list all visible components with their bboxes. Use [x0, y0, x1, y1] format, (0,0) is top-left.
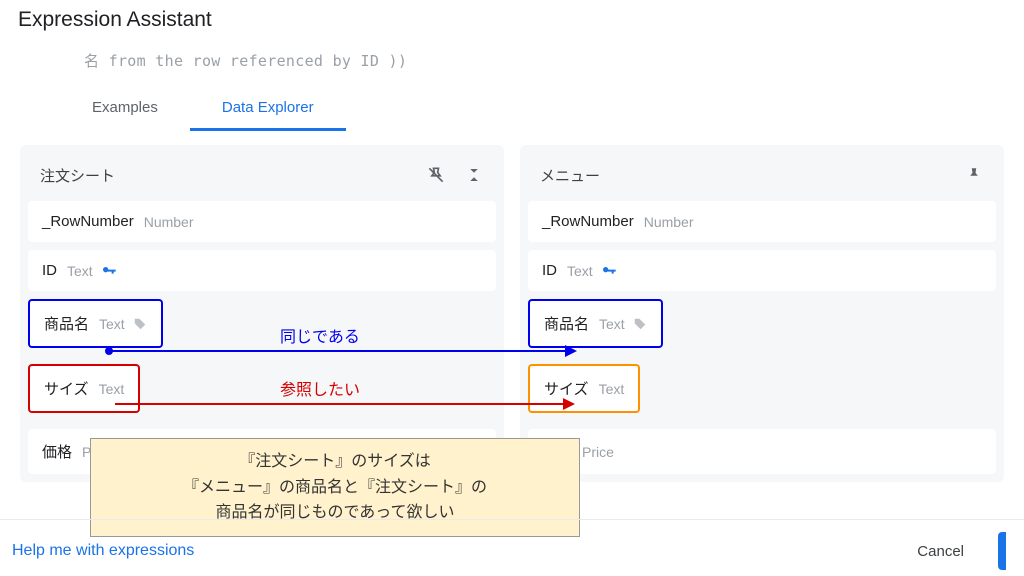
annotation-label-same: 同じである — [280, 323, 360, 347]
annotation-label-ref: 参照したい — [280, 376, 360, 400]
column-row[interactable]: 価格 Price — [528, 429, 996, 474]
card-title: 注文シート — [40, 165, 410, 186]
key-icon — [101, 263, 117, 279]
cancel-button[interactable]: Cancel — [901, 535, 980, 568]
column-row[interactable]: _RowNumber Number — [528, 201, 996, 242]
pin-icon[interactable] — [962, 163, 986, 187]
help-link[interactable]: Help me with expressions — [12, 542, 194, 560]
key-icon — [601, 263, 617, 279]
column-row[interactable]: ID Text — [28, 250, 496, 291]
annotation-arrow-ref — [115, 403, 565, 405]
page-title: Expression Assistant — [0, 0, 1024, 50]
column-type: Text — [567, 263, 593, 279]
column-name: 商品名 — [44, 313, 89, 334]
column-name: サイズ — [544, 378, 589, 399]
annotation-arrow-head — [563, 398, 575, 410]
column-type: Text — [599, 381, 625, 397]
column-row[interactable]: ID Text — [528, 250, 996, 291]
column-name: ID — [42, 262, 57, 279]
column-type: Text — [67, 263, 93, 279]
column-row-size[interactable]: サイズ Text — [528, 364, 640, 413]
table-card-menu: メニュー _RowNumber Number ID Text 商品名 Text … — [520, 145, 1004, 482]
column-name: 商品名 — [544, 313, 589, 334]
table-card-order-sheet: 注文シート _RowNumber Number ID Text 商品名 Text… — [20, 145, 504, 482]
column-row-product-name[interactable]: 商品名 Text — [28, 299, 163, 348]
annotation-arrow-head — [565, 345, 577, 357]
tag-icon — [133, 317, 147, 331]
column-name: _RowNumber — [542, 213, 634, 230]
column-type: Price — [582, 444, 614, 460]
footer: Help me with expressions Cancel — [0, 519, 1024, 576]
column-type: Text — [99, 381, 125, 397]
note-line: 『注文シート』のサイズは — [111, 449, 559, 475]
column-type: Number — [644, 214, 694, 230]
column-row[interactable]: _RowNumber Number — [28, 201, 496, 242]
column-name: サイズ — [44, 378, 89, 399]
annotation-arrow-same — [110, 350, 570, 352]
tabs: Examples Data Explorer — [60, 89, 1024, 131]
column-name: ID — [542, 262, 557, 279]
column-row-product-name[interactable]: 商品名 Text — [528, 299, 663, 348]
card-title: メニュー — [540, 165, 948, 186]
tab-examples[interactable]: Examples — [60, 89, 190, 131]
column-name: 価格 — [42, 441, 72, 462]
tag-icon — [633, 317, 647, 331]
unpin-icon[interactable] — [424, 163, 448, 187]
column-name: _RowNumber — [42, 213, 134, 230]
note-line: 『メニュー』の商品名と『注文シート』の — [111, 475, 559, 501]
save-button[interactable] — [998, 532, 1006, 570]
collapse-icon[interactable] — [462, 163, 486, 187]
expression-preview: 名 from the row referenced by ID )) — [0, 50, 1024, 71]
column-type: Text — [99, 316, 125, 332]
tab-data-explorer[interactable]: Data Explorer — [190, 89, 346, 131]
column-type: Text — [599, 316, 625, 332]
column-row-size[interactable]: サイズ Text — [28, 364, 140, 413]
column-type: Number — [144, 214, 194, 230]
